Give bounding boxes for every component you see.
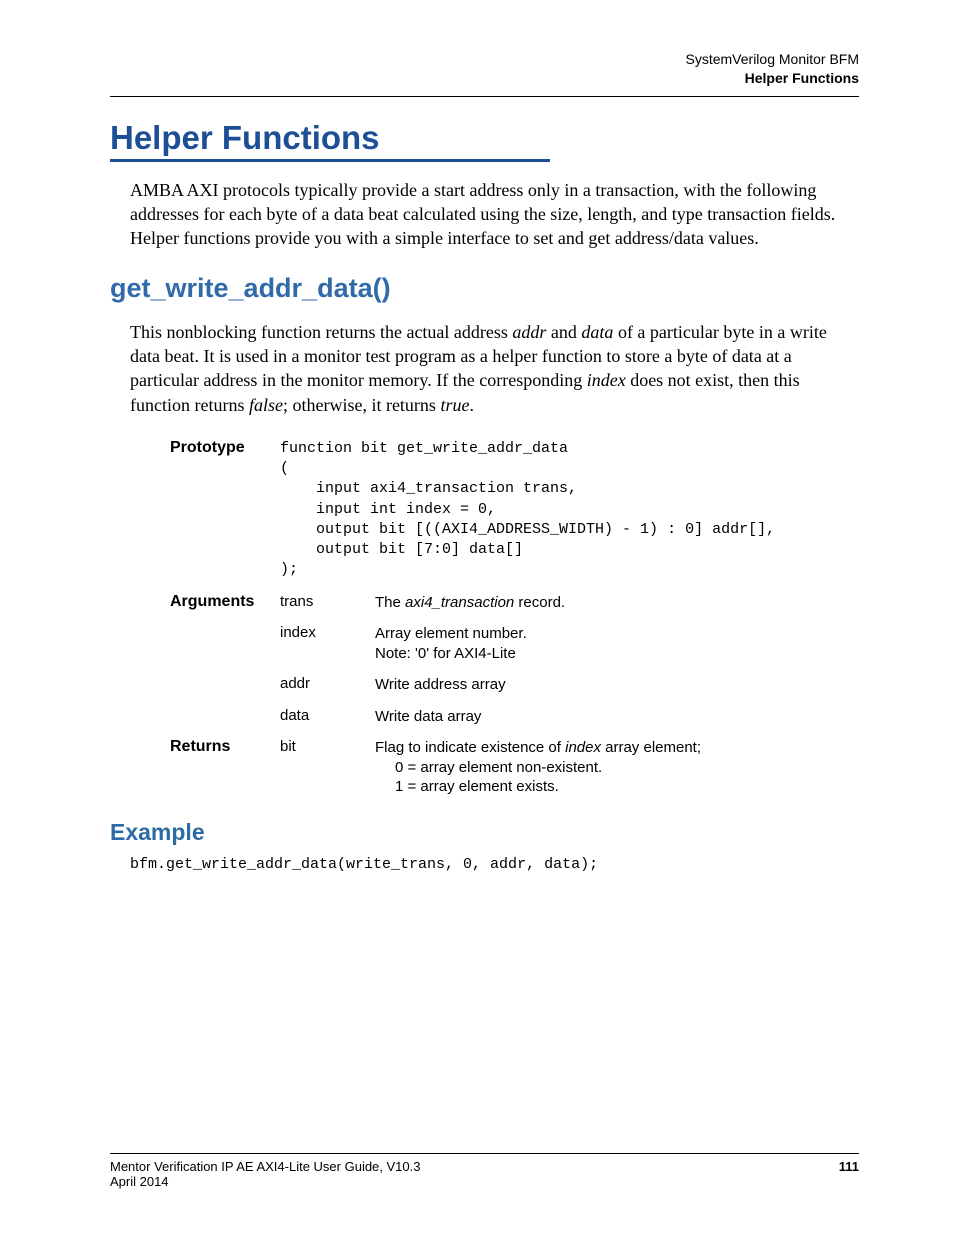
page-footer: Mentor Verification IP AE AXI4-Lite User…	[110, 1147, 859, 1190]
header-rule	[110, 96, 859, 97]
text: .	[469, 395, 474, 415]
returns-label: Returns	[170, 738, 280, 756]
param-data: data	[581, 322, 613, 342]
running-header: SystemVerilog Monitor BFM Helper Functio…	[110, 50, 859, 88]
text: The	[375, 594, 405, 611]
arg-name: data	[280, 707, 375, 724]
prototype-label: Prototype	[170, 439, 280, 457]
argument-row: data Write data array	[170, 707, 859, 727]
text: Note: '0' for AXI4-Lite	[375, 644, 527, 664]
footer-date: April 2014	[110, 1174, 420, 1189]
argument-row: addr Write address array	[170, 675, 859, 695]
arg-name: index	[280, 624, 375, 641]
type-name: axi4_transaction	[405, 594, 514, 611]
param-index: index	[587, 370, 626, 390]
footer-doc-title: Mentor Verification IP AE AXI4-Lite User…	[110, 1159, 420, 1174]
text: record.	[514, 594, 565, 611]
argument-row: Arguments trans The axi4_transaction rec…	[170, 593, 859, 613]
prototype-row: Prototype function bit get_write_addr_da…	[170, 439, 859, 581]
function-description: This nonblocking function returns the ac…	[130, 320, 839, 417]
return-type: bit	[280, 738, 375, 755]
text: ; otherwise, it returns	[283, 395, 440, 415]
kw-false: false	[249, 395, 283, 415]
return-desc: Flag to indicate existence of index arra…	[375, 738, 701, 797]
arg-desc: The axi4_transaction record.	[375, 593, 565, 613]
prototype-code: function bit get_write_addr_data ( input…	[280, 439, 775, 581]
arg-name: addr	[280, 675, 375, 692]
footer-rule	[110, 1153, 859, 1154]
page-title: Helper Functions	[110, 119, 550, 162]
kw-true: true	[440, 395, 469, 415]
intro-paragraph: AMBA AXI protocols typically provide a s…	[130, 178, 839, 251]
header-chapter: SystemVerilog Monitor BFM	[110, 50, 859, 69]
function-title: get_write_addr_data()	[110, 273, 859, 304]
param-addr: addr	[512, 322, 546, 342]
text: Array element number.	[375, 624, 527, 644]
arg-desc: Write data array	[375, 707, 481, 727]
argument-row: index Array element number. Note: '0' fo…	[170, 624, 859, 663]
text: This nonblocking function returns the ac…	[130, 322, 512, 342]
definition-table: Prototype function bit get_write_addr_da…	[170, 439, 859, 797]
returns-row: Returns bit Flag to indicate existence o…	[170, 738, 859, 797]
example-code: bfm.get_write_addr_data(write_trans, 0, …	[130, 856, 859, 873]
page-number: 111	[839, 1159, 859, 1189]
arg-name: trans	[280, 593, 375, 610]
header-section: Helper Functions	[110, 69, 859, 88]
param-index: index	[565, 739, 601, 756]
text: Flag to indicate existence of	[375, 739, 565, 756]
text: 1 = array element exists.	[395, 777, 701, 797]
arg-desc: Write address array	[375, 675, 506, 695]
text: 0 = array element non-existent.	[395, 758, 701, 778]
example-heading: Example	[110, 819, 859, 846]
text: array element;	[601, 739, 701, 756]
text: and	[546, 322, 581, 342]
arg-desc: Array element number. Note: '0' for AXI4…	[375, 624, 527, 663]
arguments-label: Arguments	[170, 593, 280, 611]
